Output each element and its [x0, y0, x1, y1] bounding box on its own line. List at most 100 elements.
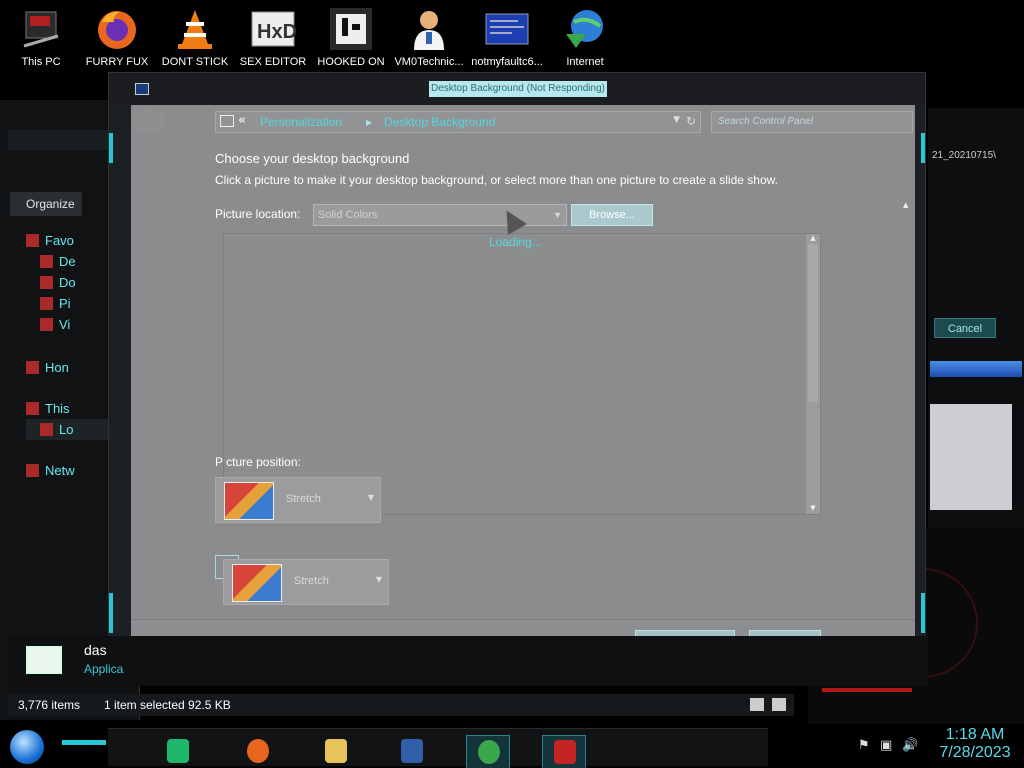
download-icon: [40, 276, 53, 289]
flag-icon[interactable]: ⚑: [858, 738, 870, 753]
organize-button[interactable]: Organize: [10, 192, 82, 216]
doctor-icon: [406, 6, 452, 52]
red-app-icon: [554, 740, 576, 764]
taskbar-virtualbox[interactable]: [390, 735, 434, 768]
svg-text:HxD: HxD: [257, 21, 296, 43]
desktop-icon-furry-fux[interactable]: FURRY FUX: [76, 6, 158, 76]
desktop-icon-vm0technic[interactable]: VM0Technic...: [388, 6, 470, 76]
virtualbox-icon: [401, 739, 423, 763]
network-icon: [26, 464, 39, 477]
status-bar: 3,776 items 1 item selected 92.5 KB: [8, 694, 794, 716]
window-body: « Personalization ▸ Desktop Background ▼…: [131, 105, 915, 661]
this-pc-icon: [18, 6, 64, 52]
desktop: This PC FURRY FUX DONT STICK HxD SEX EDI…: [0, 0, 1024, 768]
breadcrumb-desktop-background[interactable]: Desktop Background: [384, 115, 495, 129]
vlc-icon: [172, 6, 218, 52]
taskbar-app-green[interactable]: [156, 735, 200, 768]
hud-bar: [822, 688, 912, 692]
picture-position-select-dropdown[interactable]: Stretch ▼: [223, 559, 389, 605]
picture-position-select[interactable]: Stretch ▼: [215, 477, 381, 523]
large-icons-view-icon[interactable]: [772, 698, 786, 711]
scroll-up-icon[interactable]: ▲: [903, 201, 908, 209]
selection-info: 1 item selected 92.5 KB: [104, 698, 231, 712]
firefox-icon: [247, 739, 269, 763]
refresh-icon[interactable]: ↻: [686, 114, 696, 128]
window-scrollbar[interactable]: ▲ ▼: [903, 201, 913, 631]
browse-button[interactable]: Browse...: [571, 204, 653, 226]
hxd-icon: HxD: [250, 6, 297, 52]
file-name: das: [84, 642, 107, 658]
chevron-down-icon: ▼: [367, 493, 374, 502]
videos-icon: [40, 318, 53, 331]
chevron-down-icon[interactable]: ▼: [673, 115, 680, 125]
taskbar-red-app[interactable]: [542, 735, 586, 768]
firefox-icon: [94, 6, 140, 52]
desktop-icon-internet[interactable]: Internet: [544, 6, 626, 76]
page-heading: Choose your desktop background: [215, 151, 410, 166]
volume-icon[interactable]: 🔊: [902, 738, 918, 753]
picture-location-select[interactable]: Solid Colors ▼: [313, 204, 567, 226]
bsod-icon: [484, 6, 530, 52]
control-panel-icon: [220, 115, 234, 127]
taskbar-firefox[interactable]: [236, 735, 280, 768]
frame-accent: [109, 593, 113, 633]
progress-bar: [930, 361, 1022, 377]
desktop-icons: This PC FURRY FUX DONT STICK HxD SEX EDI…: [0, 0, 620, 76]
file-type: Applica: [84, 662, 124, 676]
page-instructions: Click a picture to make it your desktop …: [215, 173, 778, 187]
back-forward-buttons[interactable]: [132, 110, 166, 134]
chevron-down-icon: ▼: [375, 575, 382, 584]
picture-location-label: Picture location:: [215, 207, 301, 221]
frame-accent: [921, 593, 925, 633]
breadcrumb-overflow[interactable]: «: [238, 113, 246, 128]
position-preview-image: [232, 564, 282, 602]
path-text: 21_20210715\: [932, 150, 996, 161]
network-icon[interactable]: ▣: [880, 738, 892, 753]
frame-accent: [109, 133, 113, 163]
loading-text: Loading...: [489, 235, 542, 249]
start-button[interactable]: [10, 730, 44, 764]
control-panel-icon[interactable]: [135, 83, 149, 95]
title-bar[interactable]: Desktop Background (Not Responding): [109, 73, 925, 105]
scroll-thumb[interactable]: [808, 244, 818, 402]
taskbar-clock[interactable]: 1:18 AM 7/28/2023: [930, 726, 1020, 762]
chevron-down-icon: ▼: [553, 210, 562, 220]
desktop-icon-notmyfault[interactable]: notmyfaultc6...: [466, 6, 548, 76]
internet-download-icon: [562, 6, 608, 52]
desktop-icon-hooked-on[interactable]: HOOKED ON: [310, 6, 392, 76]
gallery-scrollbar[interactable]: ▲ ▼: [806, 234, 820, 514]
background-cancel-button[interactable]: Cancel: [934, 318, 996, 338]
picture-position-label: P cture position:: [215, 455, 301, 469]
scroll-up-icon[interactable]: ▲: [808, 234, 818, 244]
taskbar-internet-download[interactable]: [466, 735, 510, 768]
details-view-icon[interactable]: [750, 698, 764, 711]
breadcrumb-personalization[interactable]: Personalization: [260, 115, 342, 129]
items-count: 3,776 items: [18, 698, 81, 712]
pictures-icon: [40, 297, 53, 310]
details-pane: das Applica: [8, 636, 928, 686]
taskbar-file-explorer[interactable]: [314, 735, 358, 768]
taskbar-accent: [62, 740, 106, 745]
desktop-icon: [40, 255, 53, 268]
address-bar[interactable]: « Personalization ▸ Desktop Background ▼…: [132, 110, 701, 134]
internet-download-icon: [478, 740, 500, 764]
clock-date: 7/28/2023: [939, 744, 1011, 761]
desktop-icon-sex-editor[interactable]: HxD SEX EDITOR: [232, 6, 314, 76]
scroll-down-icon[interactable]: ▼: [808, 504, 818, 514]
desktop-icon-dont-stick[interactable]: DONT STICK: [154, 6, 236, 76]
frame-accent: [921, 133, 925, 163]
explorer-toolbar: [8, 130, 120, 150]
position-preview-image: [224, 482, 274, 520]
desktop-icon-this-pc[interactable]: This PC: [0, 6, 82, 76]
drive-icon: [40, 423, 53, 436]
clock-time: 1:18 AM: [945, 726, 1005, 743]
home-icon: [26, 361, 39, 374]
taskbar-apps: [108, 728, 768, 768]
picture-gallery[interactable]: ▲ ▼: [223, 233, 821, 515]
file-thumbnail: [26, 646, 62, 674]
breadcrumb-separator: ▸: [366, 115, 373, 129]
app-green-icon: [167, 739, 189, 763]
file-explorer-icon: [325, 739, 347, 763]
background-window-right: 21_20210715\ Cancel: [928, 108, 1024, 528]
search-input[interactable]: Search Control Panel: [711, 111, 913, 133]
